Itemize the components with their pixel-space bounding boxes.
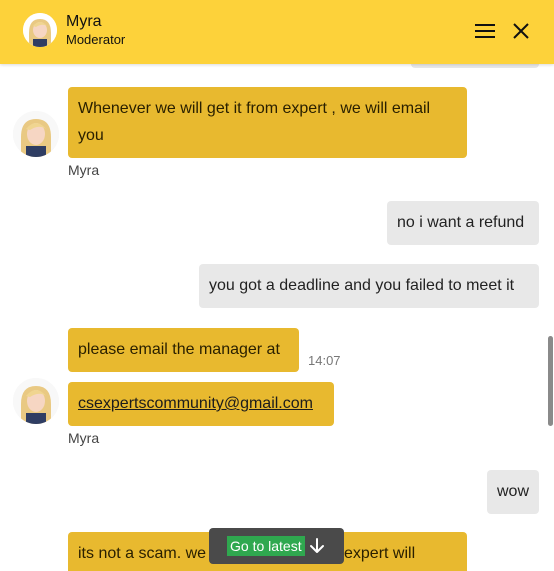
- avatar-portrait-icon: [23, 13, 57, 47]
- close-icon: [513, 23, 529, 39]
- close-button[interactable]: [509, 19, 533, 43]
- message-bubble-agent: Whenever we will get it from expert , we…: [68, 87, 467, 158]
- hamburger-menu-icon: [475, 24, 495, 38]
- menu-button[interactable]: [472, 20, 498, 42]
- message-bubble-agent: please email the manager at: [68, 328, 299, 372]
- scrollbar-thumb[interactable]: [548, 336, 553, 426]
- message-text: wow: [497, 483, 530, 500]
- message-text: no i want a refund: [397, 214, 525, 231]
- arrow-down-icon: [310, 538, 324, 553]
- agent-avatar: [13, 111, 59, 157]
- moderator-avatar: [23, 13, 57, 47]
- go-to-latest-label: Go to latest: [227, 536, 305, 556]
- message-text: please email the manager at: [78, 341, 280, 358]
- message-bubble-user: no i want a refund: [387, 201, 539, 245]
- message-timestamp: 14:07: [308, 353, 341, 368]
- message-sender: Myra: [68, 162, 100, 178]
- message-list[interactable]: Whenever we will get it from expert , we…: [0, 64, 554, 571]
- message-text-right: expert will: [344, 545, 416, 562]
- moderator-role: Moderator: [66, 32, 126, 47]
- agent-avatar: [13, 378, 59, 424]
- avatar-portrait-icon: [13, 378, 59, 424]
- message-bubble-partial: [411, 64, 539, 68]
- avatar-portrait-icon: [13, 111, 59, 157]
- message-text-left: its not a scam. we: [78, 545, 207, 562]
- message-sender: Myra: [68, 430, 100, 446]
- message-bubble-agent: csexpertscommunity@gmail.com: [68, 382, 334, 426]
- message-text: you got a deadline and you failed to mee…: [209, 277, 515, 294]
- chat-header: Myra Moderator: [0, 0, 554, 64]
- moderator-name: Myra: [66, 13, 102, 30]
- message-bubble-user: wow: [487, 470, 539, 514]
- go-to-latest-button[interactable]: Go to latest: [209, 528, 344, 564]
- message-text: Whenever we will get it from expert , we…: [78, 100, 431, 144]
- message-bubble-user: you got a deadline and you failed to mee…: [199, 264, 539, 308]
- email-link[interactable]: csexpertscommunity@gmail.com: [78, 395, 313, 412]
